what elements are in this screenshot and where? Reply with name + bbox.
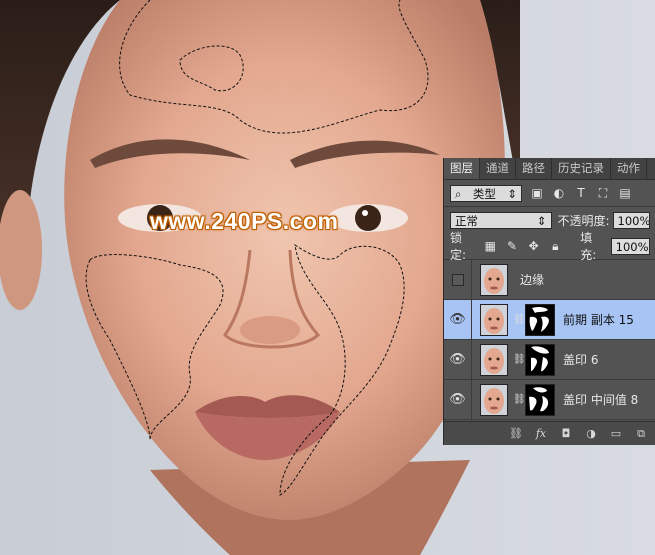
layer-row[interactable]: 👁︎ ⛓ 盖印 6 (444, 339, 655, 380)
tab-layers[interactable]: 图层 (444, 158, 480, 179)
layer-name: 盖印 中间值 8 (563, 393, 639, 407)
lock-all-icon[interactable]: 🔒︎ (549, 239, 563, 253)
opacity-input[interactable]: 100% (612, 211, 650, 229)
visibility-toggle[interactable] (444, 259, 472, 300)
dropdown-arrow-icon: ⇕ (507, 186, 517, 201)
layer-mask-thumbnail[interactable] (525, 303, 555, 336)
blend-mode-select[interactable]: 正常 ⇕ (450, 211, 552, 229)
layers-panel[interactable]: 图层 通道 路径 历史记录 动作 ⌕ 类型 ⇕ ▣ ◐ T ⛶ ▤ 正常 ⇕ 不… (443, 158, 655, 445)
shape-filter-icon[interactable]: ⛶ (596, 186, 610, 200)
visibility-toggle[interactable]: 👁︎ (444, 299, 472, 340)
fill-input[interactable]: 100% (610, 237, 650, 255)
layer-mask-thumbnail[interactable] (525, 343, 555, 376)
smart-object-filter-icon[interactable]: ▤ (618, 186, 632, 200)
lock-transparent-icon[interactable]: ▦ (483, 239, 497, 253)
layer-thumbnail (480, 383, 508, 416)
layer-name: 边缘 (520, 273, 545, 287)
layer-thumbnail (480, 343, 508, 376)
adjustment-filter-icon[interactable]: ◐ (552, 186, 566, 200)
lock-row: 锁定: ▦ ✎ ✥ 🔒︎ 填充: 100% (444, 231, 655, 262)
eye-icon: 👁︎ (449, 392, 466, 407)
image-filter-icon[interactable]: ▣ (530, 186, 544, 200)
filter-row: ⌕ 类型 ⇕ ▣ ◐ T ⛶ ▤ (444, 180, 655, 206)
layer-thumbnail (480, 303, 508, 336)
eye-icon: 👁︎ (449, 352, 466, 367)
lock-pixels-icon[interactable]: ✎ (505, 239, 519, 253)
dropdown-arrow-icon: ⇕ (536, 213, 547, 228)
new-layer-icon[interactable]: ⧉ (634, 427, 648, 441)
add-mask-icon[interactable]: ◘ (559, 427, 573, 441)
layer-mask-thumbnail[interactable] (525, 383, 555, 416)
opacity-label: 不透明度: (557, 213, 610, 228)
mask-link-icon[interactable]: ⛓ (513, 394, 526, 405)
filter-kind-select[interactable]: ⌕ 类型 ⇕ (450, 184, 522, 202)
panel-tabs: 图层 通道 路径 历史记录 动作 (444, 158, 655, 180)
visibility-off-icon (451, 273, 464, 286)
visibility-toggle[interactable]: 👁︎ (444, 379, 472, 420)
lock-label: 锁定: (450, 231, 467, 262)
ear-left (0, 190, 42, 310)
tab-actions[interactable]: 动作 (611, 158, 647, 179)
search-icon: ⌕ (455, 186, 462, 201)
tab-paths[interactable]: 路径 (516, 158, 552, 179)
visibility-toggle[interactable]: 👁︎ (444, 339, 472, 380)
adjustment-layer-icon[interactable]: ◑ (584, 427, 598, 441)
type-filter-icon[interactable]: T (574, 186, 588, 200)
layer-row[interactable]: 边缘 (444, 259, 655, 300)
mask-link-icon[interactable]: ⛓ (513, 314, 526, 325)
new-group-icon[interactable]: ▭ (609, 427, 623, 441)
link-layers-icon[interactable]: ⛓ (509, 427, 523, 441)
layer-name: 盖印 6 (563, 353, 599, 367)
watermark-text: www.240PS.com (150, 208, 339, 234)
layer-name: 前期 副本 15 (563, 313, 634, 327)
fx-icon[interactable]: fx (534, 427, 548, 441)
tab-history[interactable]: 历史记录 (552, 158, 611, 179)
mask-link-icon[interactable]: ⛓ (513, 354, 526, 365)
fill-label: 填充: (580, 231, 597, 262)
tab-channels[interactable]: 通道 (480, 158, 516, 179)
layer-row-selected[interactable]: 👁︎ ⛓ 前期 副本 15 (444, 299, 655, 340)
eye-icon: 👁︎ (449, 312, 466, 327)
lock-position-icon[interactable]: ✥ (527, 239, 541, 253)
panel-bottom-bar: ⛓ fx ◘ ◑ ▭ ⧉ (444, 421, 655, 445)
layer-row[interactable]: 👁︎ ⛓ 盖印 中间值 8 (444, 379, 655, 420)
layer-thumbnail (480, 263, 508, 296)
